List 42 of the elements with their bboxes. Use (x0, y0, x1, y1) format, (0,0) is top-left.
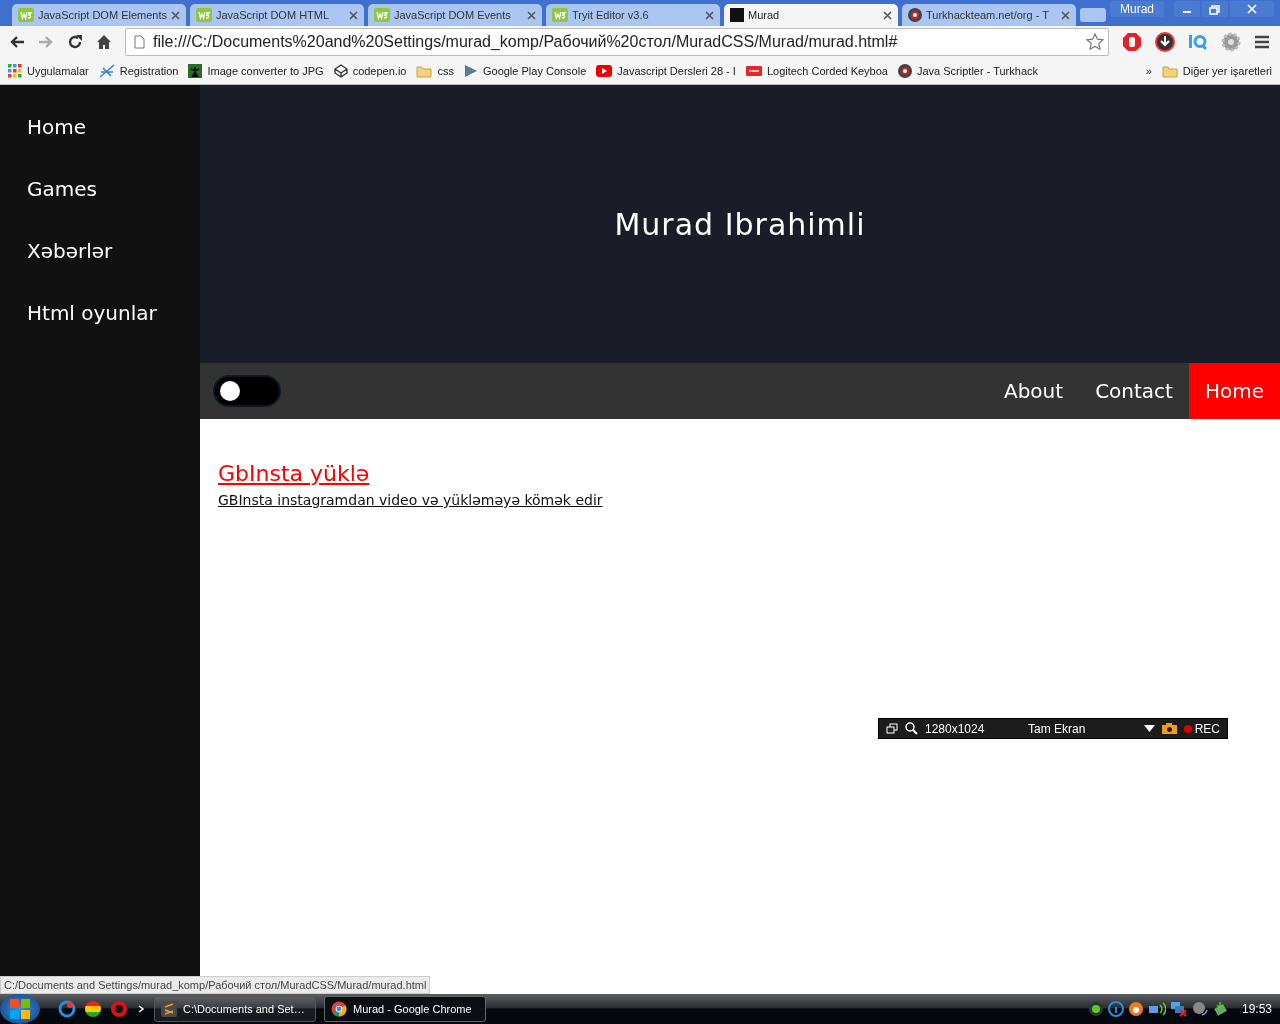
description-link[interactable]: GBInsta instagramdan video və yükləməyə kömək edir (218, 492, 603, 508)
tab-title: Tryit Editor v3.6 (572, 9, 650, 21)
bookmark-item[interactable]: Java Scriptler - Turkhack (898, 64, 1039, 78)
download-link[interactable]: GbInsta yüklə (218, 461, 370, 486)
bookmark-item[interactable]: Logitech Corded Keyboa (745, 65, 888, 77)
bookmark-item[interactable]: Uygulamalar (8, 64, 89, 78)
tab-title: JavaScript DOM Events (394, 9, 512, 21)
browser-tab[interactable]: Murad (724, 4, 898, 26)
browser-tab[interactable]: JavaScript DOM Elements (12, 4, 186, 26)
tab-title: JavaScript DOM HTML (216, 9, 331, 21)
sidebar-link[interactable]: Games (0, 167, 124, 229)
sidebar-link[interactable]: Html oyunlar (0, 291, 184, 353)
bookmark-item[interactable]: codepen.io (333, 64, 407, 78)
browser-tab[interactable]: Tryit Editor v3.6 (546, 4, 720, 26)
nav-link[interactable]: About (988, 363, 1080, 419)
bookmark-item[interactable]: Google Play Console (463, 64, 587, 78)
tab-title: Murad (748, 9, 781, 21)
bookmark-item[interactable]: Javascript Dersleri 28 - I (596, 65, 736, 77)
address-bar[interactable]: file:///C:/Documents%20and%20Settings/murad_komp/Рабочий%20стол/MuradCSS/Murad/murad.html# (125, 28, 1109, 56)
sidebar-link[interactable]: Xəbərlər (0, 229, 140, 291)
nav-link[interactable]: Contact (1079, 363, 1189, 419)
taskbar-button[interactable]: C:\Documents and Set… (154, 996, 316, 1022)
clock: 19:53 (1241, 1002, 1272, 1016)
bookmark-item[interactable]: Diğer yer işaretleri (1161, 64, 1272, 78)
sidebar-link[interactable]: Home (0, 105, 114, 167)
resolution-label: 1280x1024 (925, 721, 986, 736)
bookmark-item[interactable]: Registration (98, 64, 179, 78)
browser-tab[interactable]: JavaScript DOM Events (368, 4, 542, 26)
status-bubble: C:/Documents and Settings/murad_komp/Рабочий стол/MuradCSS/Murad/murad.html (0, 976, 431, 994)
more-bookmarks-button[interactable]: » (1145, 65, 1152, 77)
bookmark-item[interactable]: css (416, 64, 454, 78)
browser-tab[interactable]: Turkhackteam.net/org - T (902, 4, 1076, 26)
nav-link[interactable]: Home (1188, 363, 1280, 419)
bookmark-item[interactable]: Image converter to JPG (188, 64, 324, 78)
mode-label[interactable]: Tam Ekran (1028, 721, 1137, 736)
site-title: Murad Ibrahimli (614, 206, 866, 242)
taskbar-button[interactable]: Murad - Google Chrome (324, 996, 486, 1022)
tab-title: JavaScript DOM Elements (38, 9, 167, 21)
tab-title: Turkhackteam.net/org - T (926, 9, 1050, 21)
browser-tab[interactable]: JavaScript DOM HTML (190, 4, 364, 26)
record-button[interactable]: REC (1183, 721, 1220, 736)
profile-button[interactable]: Murad (1110, 1, 1164, 17)
